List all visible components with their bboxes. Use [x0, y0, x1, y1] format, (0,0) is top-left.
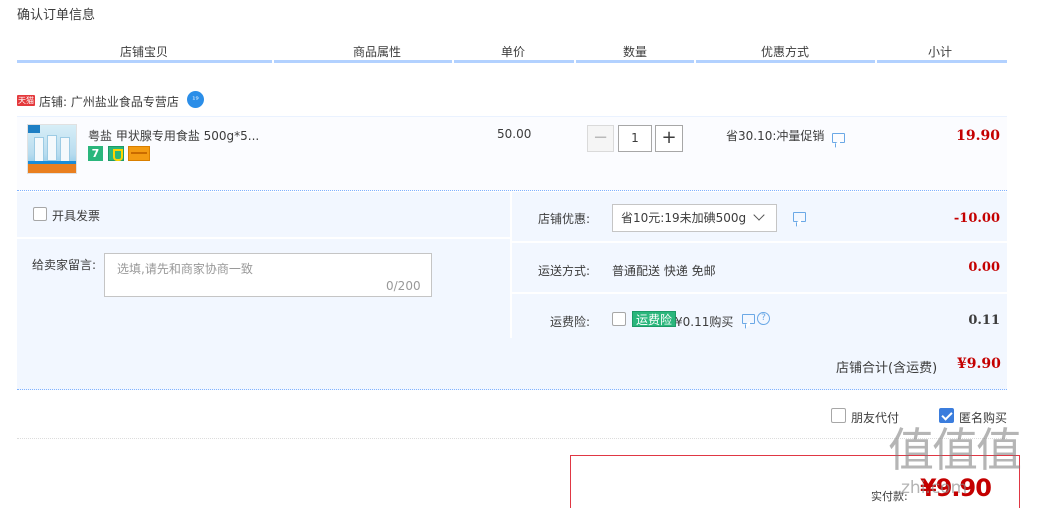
quantity-input[interactable]: 1	[618, 125, 652, 152]
shield-guarantee-icon[interactable]	[108, 146, 124, 161]
shop-coupon-label: 店铺优惠:	[537, 212, 590, 226]
header-underline	[17, 60, 1007, 63]
quantity-increase-button[interactable]: +	[655, 125, 683, 152]
comment-icon[interactable]	[832, 133, 845, 143]
message-char-count: 0/200	[386, 279, 421, 293]
options-divider	[511, 292, 1007, 294]
help-icon[interactable]: ?	[757, 312, 770, 325]
insurance-amount: 0.11	[968, 313, 1000, 328]
options-divider	[17, 237, 511, 239]
shipping-method: 普通配送 快递 免邮	[612, 264, 716, 278]
invoice-checkbox[interactable]	[33, 207, 47, 221]
invoice-label[interactable]: 开具发票	[52, 207, 100, 224]
comment-icon[interactable]	[793, 212, 806, 222]
friend-pay-checkbox[interactable]	[831, 408, 846, 423]
column-header-unit-price: 单价	[500, 45, 525, 59]
header-separator	[694, 60, 696, 63]
insurance-label: 运费险:	[549, 315, 590, 329]
shop-total-label: 店铺合计(含运费)	[836, 361, 938, 376]
shop-coupon-amount: -10.00	[953, 211, 1000, 226]
header-separator	[875, 60, 877, 63]
column-header-attributes: 商品属性	[352, 45, 401, 59]
shop-name-link[interactable]: 店铺: 广州盐业食品专营店	[39, 93, 179, 110]
item-subtotal: 19.90	[956, 128, 1000, 144]
quantity-decrease-button[interactable]: −	[587, 125, 614, 152]
tmall-logo-icon: 天猫	[17, 95, 35, 106]
product-title-link[interactable]: 粤盐 甲状腺专用食盐 500g*5...	[88, 127, 259, 144]
credit-card-icon[interactable]	[128, 146, 150, 161]
watermark-logo: 值值值	[888, 423, 1022, 477]
header-separator	[574, 60, 576, 63]
unit-price: 50.00	[497, 127, 532, 141]
wangwang-chat-icon[interactable]: ¹⁹	[187, 91, 204, 108]
header-separator	[272, 60, 274, 63]
page-title: 确认订单信息	[17, 8, 96, 23]
shipping-amount: 0.00	[968, 260, 1000, 275]
comment-icon[interactable]	[742, 314, 755, 324]
column-header-subtotal: 小计	[927, 45, 952, 59]
shipping-label: 运送方式:	[537, 264, 590, 278]
options-divider	[511, 241, 1007, 243]
product-thumbnail[interactable]	[27, 124, 77, 174]
section-divider	[17, 438, 1007, 439]
message-placeholder: 选填,请先和商家协商一致	[117, 262, 253, 276]
watermark-url: zhi.com	[901, 478, 968, 498]
column-header-quantity: 数量	[622, 45, 647, 59]
insurance-tag: 运费险	[632, 311, 677, 327]
shop-total-value: ¥9.90	[957, 356, 1001, 372]
promotion-text: 省30.10:冲量促销	[726, 129, 825, 143]
column-header-discount: 优惠方式	[760, 45, 809, 59]
message-label: 给卖家留言:	[32, 258, 97, 272]
anonymous-purchase-checkbox[interactable]	[939, 408, 954, 423]
options-divider	[510, 192, 512, 338]
shop-coupon-select[interactable]: 省10元:19未加碘500g	[612, 204, 777, 232]
header-separator	[452, 60, 454, 63]
insurance-checkbox[interactable]	[612, 312, 626, 326]
7-day-return-icon[interactable]: 7	[88, 146, 103, 161]
column-header-shop-item: 店铺宝贝	[119, 45, 168, 59]
insurance-price: ¥0.11购买	[675, 315, 734, 329]
